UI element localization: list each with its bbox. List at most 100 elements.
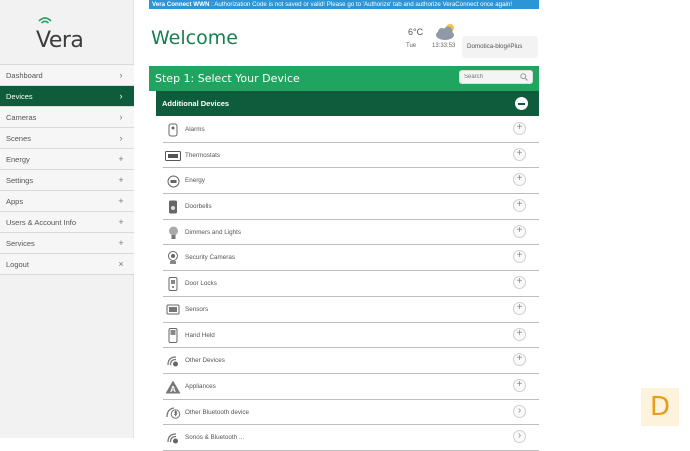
- add-icon[interactable]: +: [513, 199, 526, 213]
- device-label: Appliances: [185, 382, 216, 390]
- sidebar-item-label: Dashboard: [6, 70, 43, 80]
- sidebar-item-cameras[interactable]: Cameras ›: [0, 107, 134, 128]
- remote-icon: [165, 328, 181, 344]
- sidebar-item-energy[interactable]: Energy +: [0, 149, 134, 170]
- add-icon[interactable]: +: [513, 276, 526, 290]
- add-icon[interactable]: +: [513, 353, 526, 367]
- sidebar-item-dashboard[interactable]: Dashboard ›: [0, 65, 134, 86]
- wireless-icon: [165, 430, 181, 446]
- expand-icon: +: [118, 175, 124, 185]
- corner-badge[interactable]: D: [641, 388, 679, 426]
- expand-icon: +: [118, 217, 124, 227]
- thermostat-icon: [165, 148, 181, 164]
- alarm-icon: [165, 122, 181, 138]
- sidebar-item-settings[interactable]: Settings +: [0, 170, 134, 191]
- sidebar-item-label: Devices: [6, 91, 33, 101]
- expand-icon: +: [118, 154, 124, 164]
- device-label: Other Devices: [185, 357, 225, 365]
- device-list: Alarms + Thermostats + Energy + Doorbells + Dimm…: [163, 117, 539, 451]
- sidebar-item-users-account-info[interactable]: Users & Account Info +: [0, 212, 134, 233]
- appliance-icon: A: [165, 379, 181, 395]
- sidebar-item-devices[interactable]: Devices ›: [0, 86, 134, 107]
- device-label: Sensors: [185, 305, 209, 313]
- device-row-other-bluetooth-device[interactable]: Other Bluetooth device ›: [163, 400, 539, 426]
- page-title: Welcome: [151, 27, 238, 49]
- svg-text:A: A: [170, 385, 176, 394]
- clock: 13:33:53: [432, 43, 456, 49]
- wifi-logo-icon: [38, 17, 52, 24]
- collapse-icon[interactable]: [515, 97, 528, 110]
- device-row-sensors[interactable]: Sensors +: [163, 297, 539, 323]
- add-icon[interactable]: +: [513, 173, 526, 187]
- device-row-door-locks[interactable]: Door Locks +: [163, 271, 539, 297]
- device-label: Security Cameras: [185, 254, 236, 262]
- sensor-icon: [165, 302, 181, 318]
- logo-wordmark: Vera: [36, 28, 84, 53]
- step-title: Step 1: Select Your Device: [155, 72, 300, 85]
- device-row-energy[interactable]: Energy +: [163, 168, 539, 195]
- device-label: Door Locks: [185, 280, 217, 288]
- device-row-doorbells[interactable]: Doorbells +: [163, 194, 539, 220]
- banner-text: : Authorization Code is not saved or val…: [209, 1, 513, 8]
- vera-logo[interactable]: Vera: [36, 17, 98, 53]
- sidebar-item-logout[interactable]: Logout ×: [0, 254, 134, 275]
- chevron-right-icon: ›: [119, 91, 123, 101]
- sidebar-item-scenes[interactable]: Scenes ›: [0, 128, 134, 149]
- banner-prefix: Vera Connect WWN: [152, 1, 210, 8]
- sidebar: Vera Dashboard › Devices › Cameras › Scenes › En…: [0, 0, 134, 438]
- expand-icon: +: [118, 196, 124, 206]
- search-icon[interactable]: [520, 73, 528, 81]
- device-row-dimmers-and-lights[interactable]: Dimmers and Lights +: [163, 220, 539, 246]
- chevron-right-icon[interactable]: ›: [513, 430, 526, 444]
- device-label: Alarms: [185, 126, 205, 133]
- step-header: Step 1: Select Your Device: [149, 66, 539, 91]
- device-row-security-cameras[interactable]: Security Cameras +: [163, 245, 539, 272]
- device-row-appliances[interactable]: A Appliances +: [163, 374, 539, 400]
- weekday: Tue: [406, 43, 417, 49]
- camera-icon: [165, 250, 181, 266]
- device-row-hand-held[interactable]: Hand Held +: [163, 323, 539, 349]
- device-label: Energy: [185, 177, 205, 185]
- sidebar-item-apps[interactable]: Apps +: [0, 191, 134, 212]
- energy-icon: [165, 173, 181, 189]
- category-title: Additional Devices: [162, 99, 230, 108]
- add-icon[interactable]: +: [513, 122, 526, 135]
- device-label: Thermostats: [185, 151, 220, 159]
- add-icon[interactable]: +: [513, 224, 526, 238]
- sidebar-item-label: Logout: [6, 259, 29, 269]
- device-row-alarms[interactable]: Alarms +: [163, 117, 539, 143]
- sidebar-item-label: Scenes: [6, 133, 32, 143]
- sidebar-item-label: Apps: [6, 196, 24, 206]
- device-row-sonos-bluetooth[interactable]: Sonos & Bluetooth ... ›: [163, 425, 539, 451]
- device-label: Other Bluetooth device: [185, 408, 250, 416]
- close-icon: ×: [118, 259, 124, 269]
- device-label: Dimmers and Lights: [185, 228, 241, 236]
- main-content: Vera Connect WWN : Authorization Code is…: [134, 0, 690, 451]
- sidebar-item-label: Settings: [6, 175, 34, 185]
- bulb-icon: [165, 225, 181, 241]
- sidebar-item-label: Cameras: [6, 112, 37, 122]
- add-icon[interactable]: +: [513, 301, 526, 315]
- add-icon[interactable]: +: [513, 327, 526, 341]
- device-row-other-devices[interactable]: Other Devices +: [163, 348, 539, 374]
- wireless-icon: [165, 353, 181, 369]
- chevron-right-icon: ›: [119, 70, 123, 80]
- sidebar-item-label: Users & Account Info: [6, 217, 77, 227]
- sidebar-item-services[interactable]: Services +: [0, 233, 134, 254]
- add-icon[interactable]: +: [513, 250, 526, 264]
- chevron-right-icon: ›: [119, 112, 123, 122]
- chevron-right-icon[interactable]: ›: [513, 404, 526, 418]
- doorbell-icon: [165, 199, 181, 215]
- lock-icon: [165, 276, 181, 292]
- expand-icon: +: [118, 238, 124, 248]
- category-header[interactable]: Additional Devices: [156, 91, 539, 116]
- sidebar-item-label: Services: [6, 238, 35, 248]
- temperature: 6°C: [408, 27, 424, 37]
- alert-banner[interactable]: Vera Connect WWN : Authorization Code is…: [149, 0, 539, 9]
- add-icon[interactable]: +: [513, 378, 526, 392]
- add-icon[interactable]: +: [513, 147, 526, 161]
- user-menu[interactable]: Domotica-blog#Plus: [462, 36, 538, 58]
- sidebar-item-label: Energy: [6, 154, 30, 164]
- device-row-thermostats[interactable]: Thermostats +: [163, 143, 539, 169]
- bluetooth-icon: [165, 405, 181, 421]
